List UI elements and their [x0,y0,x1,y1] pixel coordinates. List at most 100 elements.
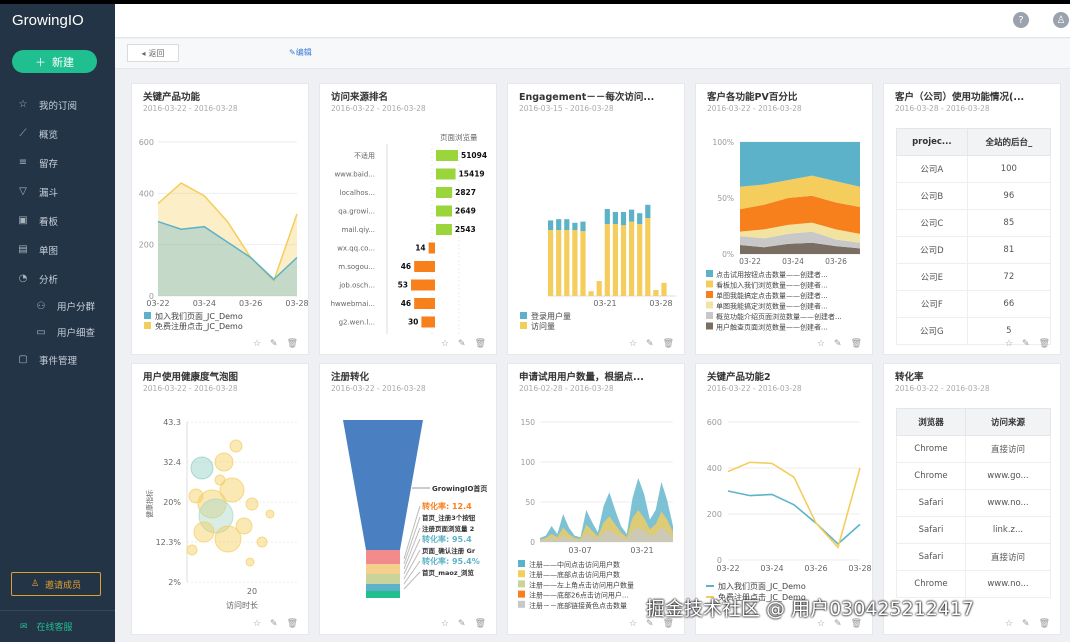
y-tick-label: 200 [139,241,154,250]
sidebar-item-events[interactable]: ▢ 事件管理 [0,345,115,374]
line-chart-icon: ⟋ [19,128,27,139]
pencil-icon[interactable]: ✎ [458,619,466,629]
card-actions: ☆ ✎ 🗑 [253,619,298,629]
star-icon[interactable]: ☆ [817,339,825,349]
sidebar-item-subscriptions[interactable]: ☆ 我的订阅 [0,90,115,119]
sidebar-item-overview[interactable]: ⟋ 概览 [0,119,115,148]
trash-icon[interactable]: 🗑 [287,619,298,629]
table-row[interactable]: Safari www.no... [896,489,1052,517]
sidebar-item-user-segments[interactable]: ⚇ 用户分群 [0,293,115,319]
table-cell: Chrome [896,435,966,463]
table-row[interactable]: 公司F 66 [896,290,1052,318]
star-icon[interactable]: ☆ [441,619,449,629]
card-health-bubble[interactable]: 用户使用健康度气泡图 2016-03-22 - 2016-03-28 43.3 3… [131,363,309,635]
star-icon[interactable]: ☆ [629,339,637,349]
trash-icon[interactable]: 🗑 [475,339,486,349]
table-row[interactable]: Chrome 直接访问 [896,435,1052,463]
card-traffic-sources[interactable]: 访问来源排名 2016-03-22 - 2016-03-28 页面浏览量 不适用 5… [319,83,497,355]
table-cell: 81 [966,236,1052,264]
bar-value: 2543 [455,225,476,234]
bubble [193,521,215,543]
sidebar-item-funnel[interactable]: ▽ 漏斗 [0,177,115,206]
sidebar-item-analysis[interactable]: ◔ 分析 [0,264,115,293]
card-company-usage[interactable]: 客户（公司）使用功能情况(... 2016-03-28 - 2016-03-28… [883,83,1061,355]
star-icon[interactable]: ☆ [253,619,261,629]
star-icon[interactable]: ☆ [253,339,261,349]
table-row[interactable]: 公司D 81 [896,236,1052,264]
bar-value: 14 [415,244,425,253]
table-cell: Safari [896,543,966,571]
funnel-stage [366,574,400,584]
bar-value: 46 [401,262,411,271]
table-row[interactable]: 公司C 85 [896,209,1052,237]
trash-icon[interactable]: 🗑 [287,339,298,349]
trash-icon[interactable]: 🗑 [851,339,862,349]
table-row[interactable]: 公司B 96 [896,182,1052,210]
account-icon[interactable]: ♙ [1053,12,1069,28]
pencil-icon[interactable]: ✎ [270,339,278,349]
invite-members-button[interactable]: ♙ 邀请成员 [11,572,101,596]
column-header[interactable]: 全站的后台_ [966,128,1052,156]
x-axis-label: 访问时长 [226,600,258,610]
pencil-icon[interactable]: ✎ [1022,619,1030,629]
x-tick-label: 03-26 [804,564,827,573]
pencil-icon[interactable]: ✎ [270,619,278,629]
table-cell: 公司C [896,209,968,237]
funnel-chart: GrowingIO首页转化率: 12.4首页_注册3个按钮注册页面浏览量 2转化… [343,420,487,598]
sidebar-item-chart[interactable]: ▤ 单图 [0,235,115,264]
star-icon[interactable]: ☆ [1005,619,1013,629]
pencil-icon[interactable]: ✎ [834,339,842,349]
column-header[interactable]: projec... [896,128,968,156]
funnel-stage [343,420,423,550]
legend-label: 免费注册点击_JC_Demo [155,321,243,331]
sidebar-item-retention[interactable]: ≡ 留存 [0,148,115,177]
table-cell: 公司B [896,182,968,210]
trash-icon[interactable]: 🗑 [475,619,486,629]
new-button[interactable]: ＋ 新建 [12,50,97,73]
bar [421,316,435,328]
sidebar-item-user-profile[interactable]: ▭ 用户细查 [0,319,115,345]
card-key-features[interactable]: 关键产品功能 2016-03-22 - 2016-03-28 600 400 200… [131,83,309,355]
column-header[interactable]: 访问来源 [964,408,1052,436]
trash-icon[interactable]: 🗑 [663,339,674,349]
new-button-label: 新建 [52,55,74,69]
invite-label: 邀请成员 [45,580,82,591]
card-actions: ☆ ✎ 🗑 [441,339,486,349]
edit-button[interactable]: ✎编辑 [289,47,312,58]
table-cell: 100 [966,155,1052,183]
star-icon[interactable]: ☆ [441,339,449,349]
star-icon: ☆ [18,99,28,110]
column-header[interactable]: 浏览器 [896,408,966,436]
legend-swatch [520,322,527,329]
bar [596,281,602,296]
table-header-row: projec... 全站的后台_ [896,128,1052,156]
card-registration-funnel[interactable]: 注册转化 2016-03-22 - 2016-03-28 GrowingIO首页… [319,363,497,635]
trash-icon[interactable]: 🗑 [1039,619,1050,629]
table-row[interactable]: Chrome www.go... [896,462,1052,490]
sidebar-item-label: 留存 [39,158,59,170]
table-row[interactable]: Safari link.z... [896,516,1052,544]
back-button[interactable]: ◂ 返回 [127,44,179,62]
trash-icon[interactable]: 🗑 [1039,339,1050,349]
card-engagement[interactable]: Engagement－－每次访问... 2016-03-15 - 2016-03… [507,83,685,355]
star-icon[interactable]: ☆ [629,619,637,629]
table-row[interactable]: Safari 直接访问 [896,543,1052,571]
star-icon[interactable]: ☆ [1005,339,1013,349]
card-pv-percent[interactable]: 客户各功能PV百分比 2016-03-22 - 2016-03-28 100% 5… [695,83,873,355]
category-label: localhos... [340,189,375,197]
card-title: 转化率 [895,372,924,383]
table-row[interactable]: 公司A 100 [896,155,1052,183]
pencil-icon[interactable]: ✎ [646,339,654,349]
series-line [727,490,861,545]
legend-label: 单图我能搞定浏览数量——创建者... [716,302,828,311]
y-tick-label: 150 [521,418,536,427]
x-tick-label: 03-28 [848,564,871,573]
sidebar-item-board[interactable]: ▣ 看板 [0,206,115,235]
pencil-icon[interactable]: ✎ [458,339,466,349]
help-icon[interactable]: ? [1013,12,1029,28]
table-row[interactable]: 公司E 72 [896,263,1052,291]
y-tick-label: 12.3% [156,538,182,547]
pencil-icon[interactable]: ✎ [1022,339,1030,349]
online-support-link[interactable]: ✉ 在线客服 [0,610,115,642]
logo: GrowingIO [12,12,84,29]
